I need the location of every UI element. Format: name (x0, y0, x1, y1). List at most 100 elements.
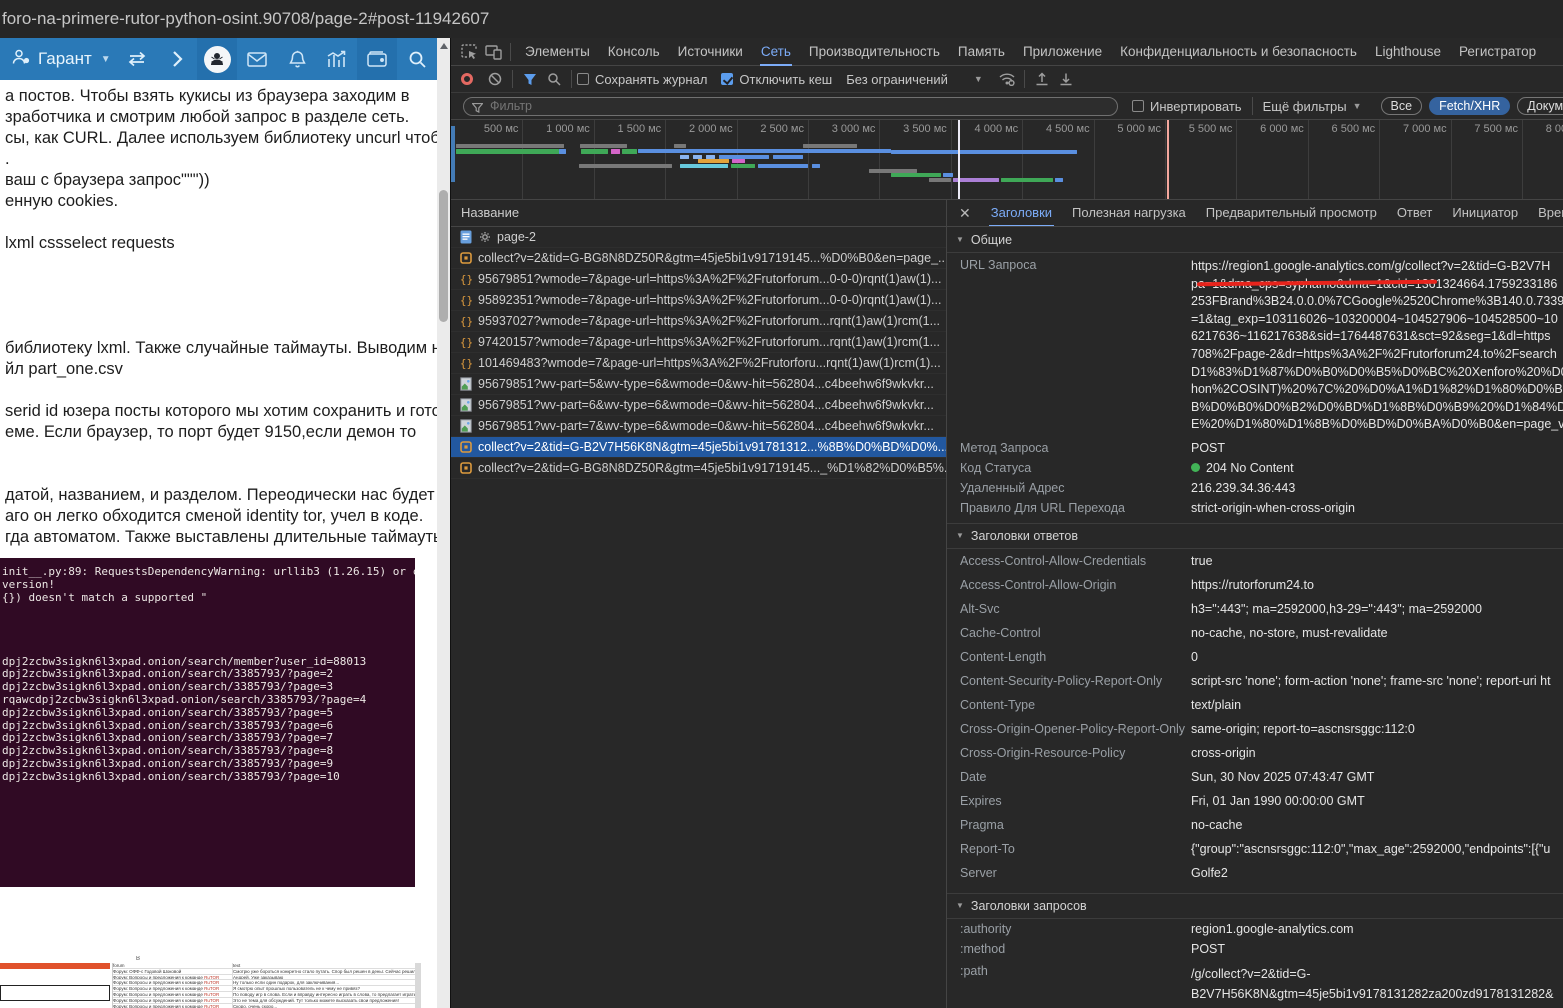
disable-cache-label[interactable]: Отключить кеш (739, 72, 832, 87)
request-row[interactable]: {}97420157?wmode=7&page-url=https%3A%2F%… (451, 332, 946, 353)
swap-arrows-button[interactable] (117, 38, 157, 80)
tab-Сеть[interactable]: Сеть (752, 38, 800, 66)
tab-Производительность[interactable]: Производительность (800, 38, 949, 66)
request-url-line: E%20%D1%80%D1%8B%D0%BD%D0%BA%D0%B0&en=pa… (1191, 416, 1563, 434)
filter-pill-Fetch/XHR[interactable]: Fetch/XHR (1429, 97, 1510, 115)
sheet-rutor-link[interactable]: RuTOR (204, 975, 219, 980)
request-row[interactable]: collect?v=2&tid=G-B2V7H56K8N&gtm=45je5bi… (451, 437, 946, 458)
request-row[interactable]: collect?v=2&tid=G-BG8N8DZ50R&gtm=45je5bi… (451, 248, 946, 269)
tab-Приложение[interactable]: Приложение (1014, 38, 1111, 66)
tab-Lighthouse[interactable]: Lighthouse (1366, 38, 1450, 66)
notifications-bell-button[interactable] (277, 38, 317, 80)
sheet-rutor-link[interactable]: RuTOR (204, 986, 219, 991)
request-row[interactable]: 95679851?wv-part=6&wv-type=6&wmode=0&wv-… (451, 395, 946, 416)
filter-input[interactable] (463, 97, 1118, 116)
details-tab-Заголовки[interactable]: Заголовки (981, 200, 1062, 227)
user-check-icon (12, 49, 31, 70)
search-network-icon[interactable] (542, 69, 566, 89)
header-name: Метод Запроса (947, 441, 1191, 455)
network-overview-timeline[interactable]: 500 мс1 000 мс1 500 мс2 000 мс2 500 мс3 … (451, 120, 1563, 200)
wallet-button[interactable] (357, 38, 397, 80)
scrollbar-thumb[interactable] (439, 190, 448, 322)
chevron-down-icon: ▼ (101, 54, 111, 65)
sheet-cell-text: По поводу игр в слова. Если и вправду ин… (233, 992, 415, 997)
page-text-line (5, 254, 437, 275)
network-conditions-icon[interactable] (995, 69, 1019, 89)
sheet-cell-forum: Форум: ОФФ-с Годовой Шоковой (113, 969, 233, 974)
request-name: 95679851?wv-part=7&wv-type=6&wmode=0&wv-… (478, 419, 934, 433)
clear-network-log-icon[interactable] (483, 69, 507, 89)
request-row[interactable]: 95679851?wv-part=7&wv-type=6&wmode=0&wv-… (451, 416, 946, 437)
details-tab-Предварительный просмотр[interactable]: Предварительный просмотр (1196, 200, 1387, 227)
more-filters-dropdown[interactable]: Ещё фильтры ▼ (1263, 99, 1362, 114)
sheet-row: Форум: Вопросы и предложения к команде R… (113, 1004, 415, 1008)
import-har-icon[interactable] (1030, 69, 1054, 89)
invert-filter-checkbox[interactable] (1132, 100, 1144, 112)
filter-pill-Все[interactable]: Все (1381, 97, 1423, 115)
tab-Источники[interactable]: Источники (669, 38, 752, 66)
status-dot-icon (1191, 463, 1200, 472)
page-text-line: библиотеку lxml. Также случайные таймаут… (5, 338, 437, 359)
sheet-rutor-link[interactable]: RuTOR (204, 1004, 219, 1008)
tab-Консоль[interactable]: Консоль (599, 38, 669, 66)
filter-icon[interactable] (518, 69, 542, 89)
section-request-headers[interactable]: ▼ Заголовки запросов (947, 893, 1563, 919)
header-row: Код Статуса204 No Content (947, 458, 1563, 478)
request-row[interactable]: {}101469483?wmode=7&page-url=https%3A%2F… (451, 353, 946, 374)
export-har-icon[interactable] (1054, 69, 1078, 89)
window-title: foro-na-primere-rutor-python-osint.90708… (0, 0, 1563, 38)
details-tab-Полезная нагрузка[interactable]: Полезная нагрузка (1062, 200, 1196, 227)
sheet-rutor-link[interactable]: RuTOR (204, 980, 219, 985)
details-tab-Ответ[interactable]: Ответ (1387, 200, 1443, 227)
preserve-log-label[interactable]: Сохранять журнал (595, 72, 707, 87)
section-response-headers[interactable]: ▼ Заголовки ответов (947, 523, 1563, 549)
request-url-line: B%D0%B0%D0%B2%D0%BD%D1%8B%D0%B9%20%D1%84… (1191, 399, 1563, 417)
throttling-dropdown[interactable]: Без ограничений ▼ (846, 72, 983, 87)
page-text-line (5, 317, 437, 338)
sheet-scrollbar[interactable] (415, 963, 421, 1008)
request-row[interactable]: {}95892351?wmode=7&page-url=https%3A%2F%… (451, 290, 946, 311)
header-value: https://rutorforum24.to (1191, 578, 1563, 592)
messages-button[interactable] (237, 38, 277, 80)
sheet-rutor-link[interactable]: RuTOR (204, 992, 219, 997)
page-scrollbar[interactable] (437, 38, 450, 1008)
record-network-log-button[interactable] (461, 73, 473, 85)
tab-Элементы[interactable]: Элементы (516, 38, 599, 66)
filter-pill-Документ[interactable]: Документ (1517, 97, 1563, 115)
header-name: Cache-Control (947, 626, 1191, 640)
waterfall-bar (1055, 178, 1063, 182)
terminal-line: version! (2, 579, 415, 592)
profile-avatar[interactable] (197, 38, 237, 80)
request-list-header[interactable]: Название (451, 200, 946, 227)
header-row: :methodPOST (947, 939, 1563, 959)
disable-cache-checkbox[interactable] (721, 73, 733, 85)
preserve-log-checkbox[interactable] (577, 73, 589, 85)
request-row[interactable]: page-2 (451, 227, 946, 248)
tab-Конфиденциальность и безопасность[interactable]: Конфиденциальность и безопасность (1111, 38, 1366, 66)
request-details-panel: ✕ ЗаголовкиПолезная нагрузкаПредваритель… (946, 200, 1563, 1008)
scroll-up-arrow-icon[interactable] (440, 43, 448, 49)
details-tab-Инициатор[interactable]: Инициатор (1442, 200, 1528, 227)
request-url-line: https://region1.google-analytics.com/g/c… (1191, 258, 1563, 276)
search-button[interactable] (397, 38, 437, 80)
garant-menu[interactable]: Гарант ▼ (12, 49, 111, 70)
tab-Регистратор[interactable]: Регистратор (1450, 38, 1545, 66)
tab-Память[interactable]: Память (949, 38, 1014, 66)
details-tab-Время[interactable]: Время (1528, 200, 1563, 227)
request-row[interactable]: {}95679851?wmode=7&page-url=https%3A%2F%… (451, 269, 946, 290)
request-row[interactable]: 95679851?wv-part=5&wv-type=6&wmode=0&wv-… (451, 374, 946, 395)
close-icon[interactable]: ✕ (955, 205, 981, 222)
details-tab-bar: ✕ ЗаголовкиПолезная нагрузкаПредваритель… (947, 200, 1563, 227)
header-value: text/plain (1191, 698, 1563, 712)
inspect-element-icon[interactable] (457, 42, 481, 62)
request-row[interactable]: collect?v=2&tid=G-BG8N8DZ50R&gtm=45je5bi… (451, 458, 946, 479)
chevron-right-button[interactable] (157, 38, 197, 80)
invert-filter-label[interactable]: Инвертировать (1150, 99, 1242, 114)
device-toolbar-icon[interactable] (481, 42, 505, 62)
stats-chart-button[interactable] (317, 38, 357, 80)
collapse-caret-icon: ▼ (956, 235, 964, 244)
sheet-rutor-link[interactable]: RuTOR (204, 998, 219, 1003)
gear-icon (478, 230, 492, 244)
request-row[interactable]: {}95937027?wmode=7&page-url=https%3A%2F%… (451, 311, 946, 332)
section-general[interactable]: ▼ Общие (947, 227, 1563, 253)
